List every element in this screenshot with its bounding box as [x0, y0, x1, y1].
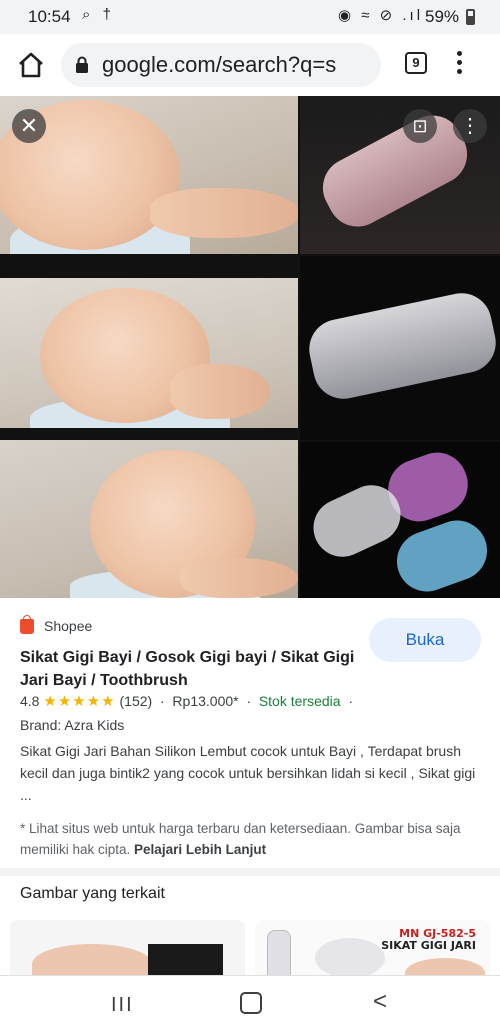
browser-toolbar: google.com/search?q=s 9	[0, 34, 500, 96]
price: Rp13.000*	[172, 693, 239, 709]
baby-photo-3	[0, 440, 298, 598]
product-type-label: SIKAT GIGI JARI	[381, 939, 476, 952]
result-image[interactable]: ✕ ⊡ ⋮	[0, 96, 500, 598]
back-icon[interactable]: <	[373, 988, 387, 1016]
stock-status: Stok tersedia	[258, 693, 341, 709]
battery-icon	[466, 9, 475, 25]
rating-value: 4.8	[20, 693, 40, 709]
lock-icon	[76, 56, 88, 73]
system-nav-bar: III <	[0, 975, 500, 1029]
notification-icons: ⌕ †	[82, 6, 115, 23]
section-divider	[0, 868, 500, 876]
status-bar: 10:54 ⌕ † ◉ ≈ ⊘ .ıl 59%	[0, 0, 500, 34]
result-description: Sikat Gigi Jari Bahan Silikon Lembut coc…	[20, 743, 476, 803]
shopee-icon	[20, 614, 34, 634]
related-image-card[interactable]: MN GJ-582-5 SIKAT GIGI JARI	[255, 920, 490, 975]
separator: ·	[348, 693, 353, 709]
home-icon[interactable]	[16, 50, 46, 80]
system-icons: ◉ ≈ ⊘ .ıl	[338, 7, 424, 24]
separator: ·	[246, 693, 252, 709]
star-rating-icon: ★★★★★	[43, 693, 116, 710]
toothbrush-cases-photo	[300, 442, 500, 598]
source-name: Shopee	[44, 618, 93, 634]
toothbrush-photo-2	[300, 256, 500, 440]
home-button-icon[interactable]	[240, 992, 262, 1014]
url-bar[interactable]: google.com/search?q=s	[61, 43, 381, 87]
recent-apps-icon[interactable]: III	[111, 994, 134, 1017]
related-image-card[interactable]	[10, 920, 245, 975]
baby-photo-2	[0, 278, 298, 428]
battery-level: 59%	[425, 7, 460, 26]
lens-icon[interactable]: ⊡	[403, 109, 437, 143]
result-title[interactable]: Sikat Gigi Bayi / Gosok Gigi bayi / Sika…	[20, 646, 360, 692]
related-images-heading: Gambar yang terkait	[20, 885, 165, 902]
close-icon[interactable]: ✕	[12, 109, 46, 143]
overflow-menu-icon[interactable]	[455, 51, 463, 79]
review-count: (152)	[119, 693, 153, 709]
more-options-icon[interactable]: ⋮	[453, 109, 487, 143]
brand-label: Brand: Azra Kids	[20, 717, 125, 733]
url-text[interactable]: google.com/search?q=s	[102, 52, 336, 78]
open-button[interactable]: Buka	[369, 618, 481, 662]
rating-price-row: 4.8 ★★★★★ (152) · Rp13.000* · Stok terse…	[20, 692, 353, 710]
clock: 10:54	[28, 7, 71, 26]
result-source[interactable]: Shopee	[20, 614, 93, 634]
copyright-note: * Lihat situs web untuk harga terbaru da…	[20, 818, 480, 860]
separator: ·	[159, 693, 165, 709]
tab-switcher-icon[interactable]: 9	[405, 52, 427, 74]
learn-more-link[interactable]: Pelajari Lebih Lanjut	[134, 842, 266, 857]
